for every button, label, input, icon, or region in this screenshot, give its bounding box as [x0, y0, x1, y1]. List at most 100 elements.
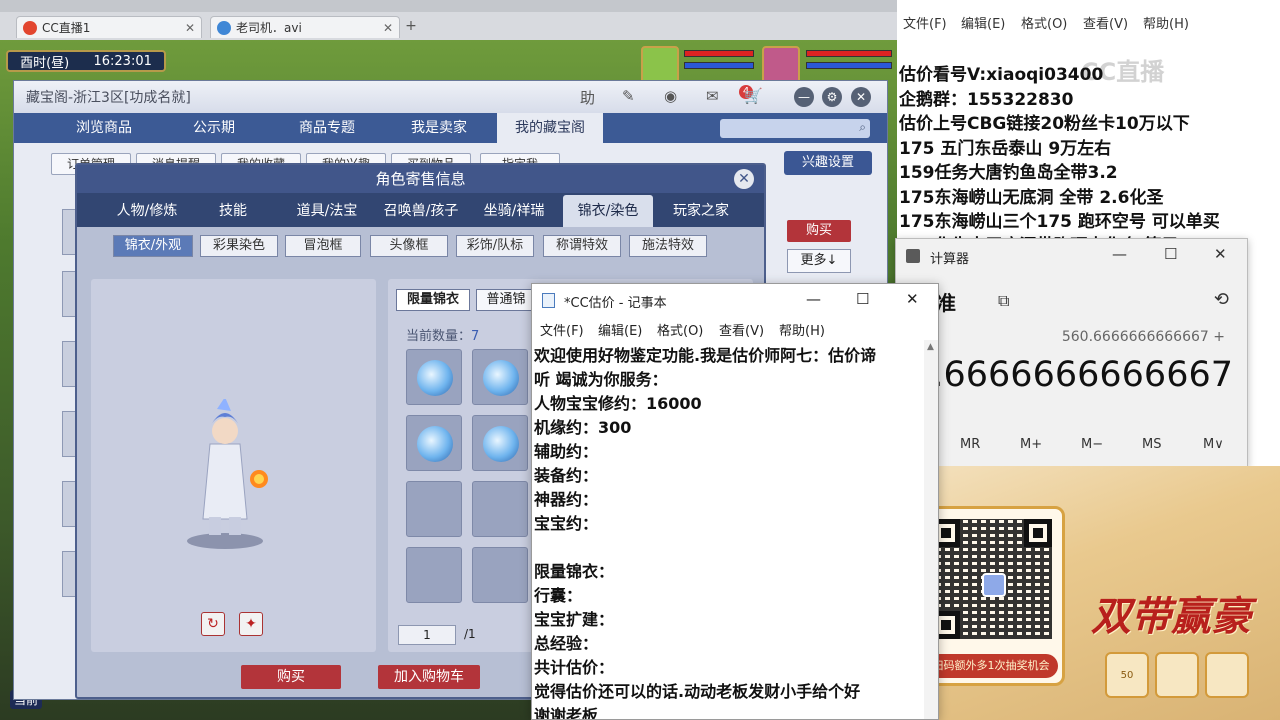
tab-pets[interactable]: 召唤兽/孩子: [375, 195, 467, 227]
info-line: 175 五门东岳泰山 9万左右: [899, 139, 1112, 159]
current-count: 当前数量：7: [406, 325, 479, 344]
memory-recall-button[interactable]: MR: [960, 437, 980, 452]
outfit-slot[interactable]: [406, 415, 462, 471]
menu-help[interactable]: 帮助(H): [1143, 13, 1189, 32]
new-tab-icon[interactable]: +: [403, 19, 419, 35]
menu-file[interactable]: 文件(F): [903, 13, 947, 32]
close-tab-icon[interactable]: ✕: [383, 21, 393, 35]
settings-gear-icon[interactable]: ⚙: [822, 87, 842, 107]
menu-edit[interactable]: 编辑(E): [961, 13, 1005, 32]
pet-portrait-icon[interactable]: [641, 46, 679, 84]
limited-outfit-button[interactable]: 限量锦衣: [396, 289, 470, 311]
text-line: 限量锦衣：: [534, 562, 615, 581]
buy-button[interactable]: 购买: [241, 665, 341, 689]
notepad-title: *CC估价 - 记事本: [564, 296, 667, 311]
vertical-scrollbar[interactable]: ▲: [924, 340, 938, 719]
qr-finder-icon: [1024, 519, 1052, 547]
normal-outfit-button[interactable]: 普通锦: [476, 289, 536, 311]
minimize-icon[interactable]: —: [1112, 245, 1127, 263]
minimize-icon[interactable]: —: [794, 87, 814, 107]
tab-mounts[interactable]: 坐骑/祥瑞: [472, 195, 556, 227]
tab-skills[interactable]: 技能: [201, 195, 265, 227]
tab-topics[interactable]: 商品专题: [282, 113, 372, 143]
current-count-value: 7: [471, 329, 480, 344]
rotate-icon[interactable]: ↻: [201, 612, 225, 636]
skin-tab-cast-effect[interactable]: 施法特效: [629, 235, 707, 257]
promo-banner[interactable]: 扫码额外多1次抽奖机会 双带赢豪 50: [891, 466, 1280, 720]
game-clock: 酉时(昼) 16:23:01: [6, 50, 166, 72]
memory-list-button[interactable]: M∨: [1203, 437, 1224, 452]
outfit-slot[interactable]: [472, 349, 528, 405]
search-input[interactable]: ⌕: [720, 119, 870, 138]
player-portrait-icon[interactable]: [762, 46, 800, 84]
text-line: 辅助约：: [534, 442, 599, 461]
tab-public-period[interactable]: 公示期: [174, 113, 254, 143]
tab-browse[interactable]: 浏览商品: [56, 113, 152, 143]
player-mp-bar: [806, 62, 892, 69]
add-to-cart-button[interactable]: 加入购物车: [378, 665, 480, 689]
skin-tab-title-effect[interactable]: 称谓特效: [543, 235, 621, 257]
info-line: 估价上号CBG链接20粉丝卡10万以下: [899, 114, 1190, 134]
menu-view[interactable]: 查看(V): [719, 320, 764, 339]
menu-edit[interactable]: 编辑(E): [598, 320, 642, 339]
close-icon[interactable]: ✕: [1214, 245, 1227, 263]
help-button[interactable]: 助: [580, 87, 595, 108]
cc-watermark: CC直播: [1081, 58, 1165, 86]
skin-tab-outfit[interactable]: 锦衣/外观: [113, 235, 193, 257]
close-icon[interactable]: ✕: [906, 290, 919, 308]
calculator-expression: 560.6666666666667 +: [1061, 329, 1225, 345]
action-pose-icon[interactable]: ✦: [239, 612, 263, 636]
outfit-slot[interactable]: [406, 547, 462, 603]
interest-settings-button[interactable]: 兴趣设置: [784, 151, 872, 175]
text-line: 欢迎使用好物鉴定功能.我是估价师阿七：估价谛: [534, 346, 877, 365]
minimize-icon[interactable]: —: [806, 290, 821, 308]
more-button[interactable]: 更多↓: [787, 249, 851, 273]
outfit-slot[interactable]: [472, 415, 528, 471]
tab-character[interactable]: 人物/修炼: [97, 195, 197, 227]
scroll-up-icon[interactable]: ▲: [927, 342, 934, 352]
cart-icon[interactable]: 🛒: [744, 87, 763, 105]
browser-tab-cc-live[interactable]: CC直播1 ✕: [16, 16, 202, 38]
record-icon[interactable]: ◉: [664, 87, 677, 105]
promo-slogan: 双带赢豪: [1091, 593, 1251, 640]
buy-button-side[interactable]: 购买: [787, 220, 851, 242]
tab-home[interactable]: 玩家之家: [661, 195, 741, 227]
current-count-label: 当前数量：: [406, 329, 472, 344]
outfit-slot[interactable]: [472, 547, 528, 603]
close-tab-icon[interactable]: ✕: [185, 21, 195, 35]
maximize-icon[interactable]: ☐: [1164, 245, 1177, 263]
skin-tab-dye[interactable]: 彩果染色: [200, 235, 278, 257]
memory-store-button[interactable]: MS: [1142, 437, 1161, 452]
tab-seller[interactable]: 我是卖家: [394, 113, 484, 143]
browser-tab-video[interactable]: 老司机．avi ✕: [210, 16, 400, 38]
skin-tab-decoration[interactable]: 彩饰/队标: [456, 235, 534, 257]
menu-format[interactable]: 格式(O): [1021, 13, 1067, 32]
cc-live-favicon-icon: [23, 20, 37, 35]
page-current-input[interactable]: 1: [398, 625, 456, 645]
close-icon[interactable]: ✕: [734, 169, 754, 189]
tab-my-cbg[interactable]: 我的藏宝阁: [497, 113, 603, 143]
tab-outfits[interactable]: 锦衣/染色: [563, 195, 653, 227]
keep-on-top-icon[interactable]: ⧉: [998, 291, 1009, 311]
menu-file[interactable]: 文件(F): [540, 320, 584, 339]
close-icon[interactable]: ✕: [851, 87, 871, 107]
search-icon[interactable]: ⌕: [859, 120, 866, 135]
tab-items[interactable]: 道具/法宝: [282, 195, 372, 227]
memory-add-button[interactable]: M+: [1020, 437, 1042, 452]
menu-format[interactable]: 格式(O): [657, 320, 703, 339]
history-icon[interactable]: ⟲: [1214, 289, 1229, 310]
outfit-slot[interactable]: [406, 481, 462, 537]
skin-tab-avatar-frame[interactable]: 头像框: [370, 235, 448, 257]
skin-tab-bubble[interactable]: 冒泡框: [285, 235, 361, 257]
memory-subtract-button[interactable]: M−: [1081, 437, 1103, 452]
text-line: 行囊：: [534, 586, 583, 605]
menu-help[interactable]: 帮助(H): [779, 320, 825, 339]
pen-icon[interactable]: ✎: [622, 87, 635, 105]
maximize-icon[interactable]: ☐: [856, 290, 869, 308]
outfit-slot[interactable]: [406, 349, 462, 405]
character-figure: [187, 399, 268, 549]
message-icon[interactable]: ✉: [706, 87, 719, 105]
outfit-slot[interactable]: [472, 481, 528, 537]
text-line: 人物宝宝修约：16000: [534, 394, 702, 413]
menu-view[interactable]: 查看(V): [1083, 13, 1128, 32]
